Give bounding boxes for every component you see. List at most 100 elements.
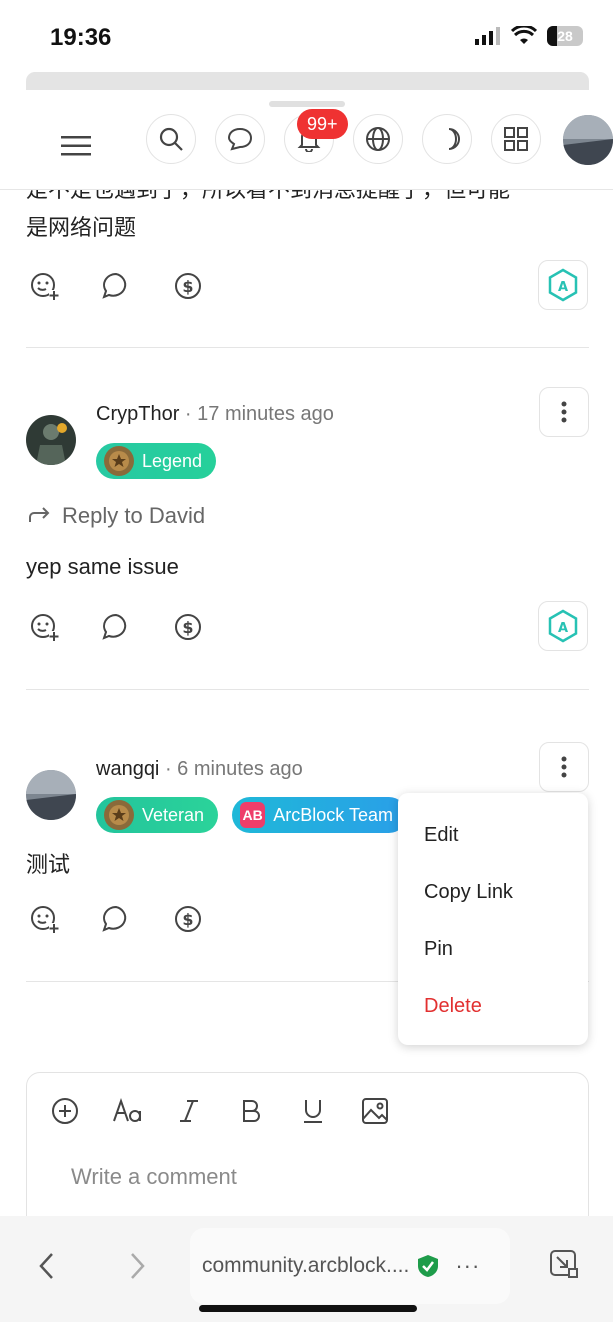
arcblock-logo-icon: AB — [240, 802, 266, 828]
shrink-button[interactable] — [546, 1246, 582, 1282]
menu-item-edit[interactable]: Edit — [398, 807, 588, 864]
menu-item-pin[interactable]: Pin — [398, 921, 588, 978]
forward-button[interactable] — [122, 1248, 154, 1284]
token-button[interactable]: A — [538, 260, 588, 310]
italic-button[interactable] — [171, 1093, 207, 1129]
battery-indicator: 28 — [547, 26, 583, 46]
token-hexagon-icon: A — [548, 268, 578, 302]
menu-item-delete[interactable]: Delete — [398, 978, 588, 1035]
status-icons: 28 — [475, 26, 583, 46]
previous-comment-text-end: 是网络问题 — [26, 215, 137, 240]
author-line: wangqi · 6 minutes ago — [96, 758, 303, 781]
language-button[interactable] — [353, 114, 403, 164]
comment-input[interactable] — [71, 1159, 551, 1195]
shrink-icon — [550, 1250, 578, 1278]
dollar-icon: $ — [175, 614, 201, 640]
app-header: 99+ — [0, 108, 613, 190]
comment-actions: $ — [26, 609, 206, 645]
back-button[interactable] — [30, 1248, 62, 1284]
image-icon — [362, 1098, 388, 1124]
reply-arrow-icon — [29, 507, 50, 522]
status-bar: 19:36 28 — [0, 0, 613, 70]
home-indicator — [199, 1305, 417, 1312]
author-name[interactable]: wangqi — [96, 758, 159, 780]
badge-label: Veteran — [142, 804, 205, 825]
team-badge: AB ArcBlock Team — [232, 797, 407, 833]
battery-level: 28 — [557, 28, 573, 44]
comment-icon — [102, 613, 127, 640]
chat-icon — [227, 127, 253, 151]
author-name[interactable]: CrypThor — [96, 403, 179, 425]
dollar-icon: $ — [175, 273, 201, 299]
insert-image-button[interactable] — [357, 1093, 393, 1129]
reaction-add-icon — [31, 614, 59, 641]
more-options-button[interactable] — [539, 387, 589, 437]
tip-button[interactable]: $ — [170, 901, 206, 937]
more-options-button[interactable] — [539, 742, 589, 792]
chat-button[interactable] — [215, 114, 265, 164]
reaction-add-icon — [31, 906, 59, 933]
avatar-image — [26, 770, 76, 820]
chevron-right-icon — [131, 1253, 145, 1279]
chevron-left-icon — [39, 1253, 53, 1279]
menu-icon — [61, 136, 91, 156]
search-button[interactable] — [146, 114, 196, 164]
token-button[interactable]: A — [538, 601, 588, 651]
browser-top-bar — [26, 72, 589, 90]
globe-icon — [366, 127, 390, 151]
insert-button[interactable] — [47, 1093, 83, 1129]
font-size-icon — [113, 1098, 141, 1122]
address-bar[interactable]: community.arcblock.... ··· — [190, 1228, 510, 1304]
medal-icon — [104, 800, 134, 830]
menu-item-copy-link[interactable]: Copy Link — [398, 864, 588, 921]
add-reaction-button[interactable] — [26, 609, 62, 645]
more-icon[interactable]: ··· — [455, 1253, 480, 1279]
comment-actions: $ — [26, 901, 206, 937]
post-time: · 6 minutes ago — [164, 758, 303, 780]
avatar-image — [26, 415, 76, 465]
search-icon — [159, 127, 183, 151]
italic-icon — [180, 1100, 198, 1122]
medal-icon — [104, 446, 134, 476]
reply-button[interactable] — [98, 609, 134, 645]
menu-button[interactable] — [56, 126, 96, 166]
comment-options-menu: Edit Copy Link Pin Delete — [398, 793, 588, 1045]
more-vertical-icon — [561, 756, 567, 778]
user-avatar[interactable] — [563, 115, 613, 165]
author-avatar[interactable] — [26, 415, 76, 465]
reply-button[interactable] — [98, 268, 134, 304]
underline-icon — [304, 1100, 322, 1123]
reply-to[interactable]: Reply to David — [26, 503, 205, 529]
apps-button[interactable] — [491, 114, 541, 164]
theme-toggle-button[interactable] — [422, 114, 472, 164]
font-size-button[interactable] — [109, 1093, 145, 1129]
bold-button[interactable] — [233, 1093, 269, 1129]
comment-body: yep same issue — [26, 554, 179, 579]
more-vertical-icon — [561, 401, 567, 423]
svg-text:A: A — [558, 621, 568, 636]
wifi-icon — [511, 26, 537, 44]
svg-text:$: $ — [182, 910, 193, 929]
reply-button[interactable] — [98, 901, 134, 937]
author-avatar[interactable] — [26, 770, 76, 820]
bold-icon — [243, 1100, 260, 1122]
shield-check-icon — [418, 1255, 439, 1277]
veteran-badge: Veteran — [96, 797, 219, 833]
add-reaction-button[interactable] — [26, 901, 62, 937]
tip-button[interactable]: $ — [170, 268, 206, 304]
moon-icon — [448, 128, 460, 150]
underline-button[interactable] — [295, 1093, 331, 1129]
add-reaction-button[interactable] — [26, 268, 62, 304]
tip-button[interactable]: $ — [170, 609, 206, 645]
drag-handle[interactable] — [269, 101, 345, 107]
url-text: community.arcblock.... — [202, 1254, 410, 1277]
notification-badge: 99+ — [297, 109, 348, 139]
comment-icon — [102, 905, 127, 932]
reaction-add-icon — [31, 273, 59, 300]
comment-icon — [102, 272, 127, 299]
reply-to-label: Reply to David — [62, 503, 206, 528]
divider — [26, 689, 589, 690]
svg-text:A: A — [558, 280, 568, 295]
post-time: · 17 minutes ago — [184, 403, 334, 425]
svg-text:$: $ — [182, 277, 193, 296]
